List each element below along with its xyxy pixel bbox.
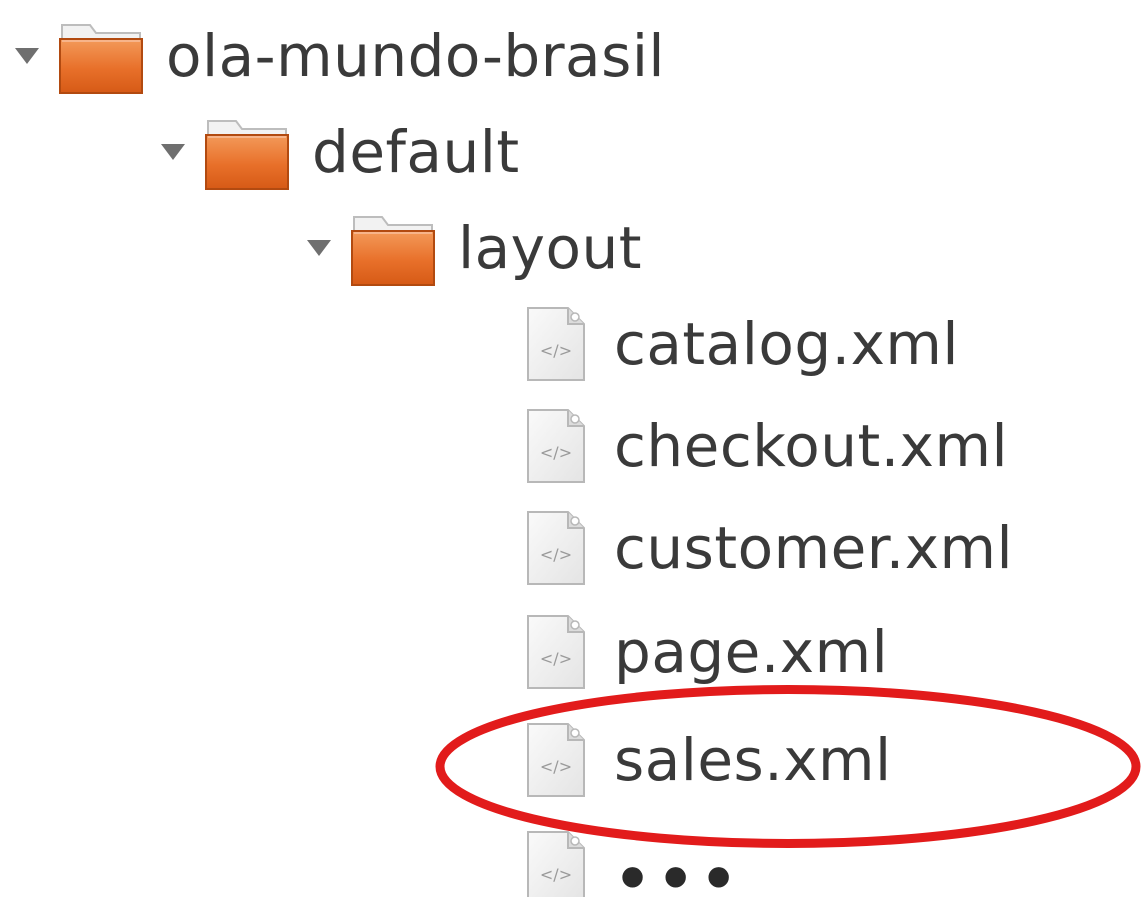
- tree-file-label: catalog.xml: [614, 310, 960, 378]
- expand-arrow-icon[interactable]: [10, 39, 44, 73]
- svg-text:</>: </>: [540, 443, 572, 462]
- more-items-ellipsis: •••: [614, 845, 744, 913]
- tree-file-label: sales.xml: [614, 726, 892, 794]
- folder-icon: [350, 209, 436, 287]
- tree-node-ola-mundo-brasil[interactable]: ola-mundo-brasil: [10, 8, 665, 104]
- tree-more-items: </> •••: [526, 820, 743, 908]
- tree-node-default[interactable]: default: [156, 104, 520, 200]
- tree-file-customer-xml[interactable]: </> customer.xml: [526, 500, 1013, 596]
- folder-icon: [204, 113, 290, 191]
- folder-icon: [58, 17, 144, 95]
- tree-file-catalog-xml[interactable]: </> catalog.xml: [526, 296, 959, 392]
- xml-file-icon: </>: [526, 408, 586, 484]
- tree-file-checkout-xml[interactable]: </> checkout.xml: [526, 398, 1008, 494]
- svg-text:</>: </>: [540, 865, 572, 884]
- svg-text:</>: </>: [540, 649, 572, 668]
- tree-file-page-xml[interactable]: </> page.xml: [526, 604, 888, 700]
- xml-file-icon: </>: [526, 820, 586, 905]
- svg-text:</>: </>: [540, 545, 572, 564]
- tree-file-label: page.xml: [614, 618, 889, 686]
- tree-node-label: layout: [458, 214, 642, 282]
- tree-node-layout[interactable]: layout: [302, 200, 642, 296]
- xml-file-icon: </>: [526, 306, 586, 382]
- tree-node-label: default: [312, 118, 520, 186]
- expand-arrow-icon[interactable]: [156, 135, 190, 169]
- svg-text:</>: </>: [540, 341, 572, 360]
- tree-file-label: customer.xml: [614, 514, 1014, 582]
- xml-file-icon: </>: [526, 614, 586, 690]
- xml-file-icon: </>: [526, 510, 586, 586]
- tree-file-label: checkout.xml: [614, 412, 1009, 480]
- svg-text:</>: </>: [540, 757, 572, 776]
- expand-arrow-icon[interactable]: [302, 231, 336, 265]
- tree-file-sales-xml[interactable]: </> sales.xml: [526, 712, 892, 808]
- tree-node-label: ola-mundo-brasil: [166, 22, 666, 90]
- xml-file-icon: </>: [526, 722, 586, 798]
